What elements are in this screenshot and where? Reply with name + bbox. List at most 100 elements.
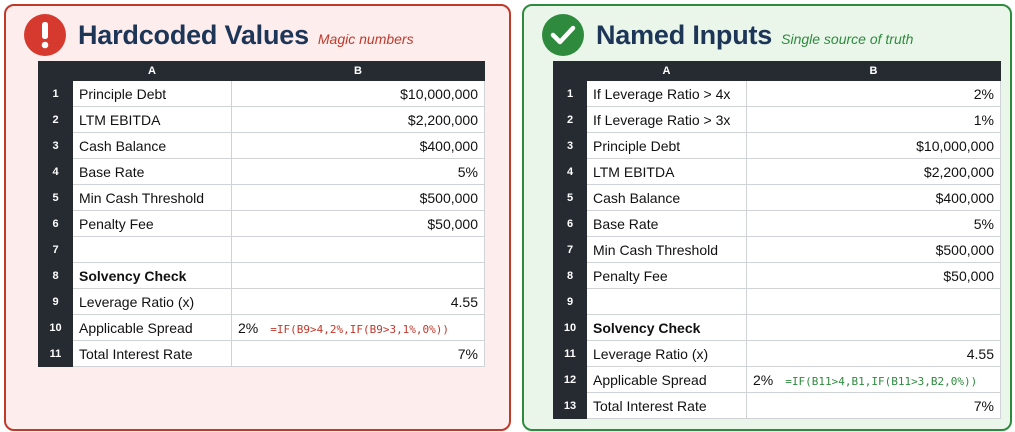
row-number[interactable]: 6	[38, 210, 73, 237]
cell-a[interactable]: Applicable Spread	[586, 366, 747, 393]
column-header-a[interactable]: A	[72, 61, 232, 81]
cell-a[interactable]: If Leverage Ratio > 3x	[586, 106, 747, 133]
cell-a[interactable]: Cash Balance	[72, 132, 232, 159]
row-number[interactable]: 11	[553, 340, 587, 367]
row-number[interactable]: 4	[38, 158, 73, 185]
cell-a[interactable]: Total Interest Rate	[72, 340, 232, 367]
cell-b[interactable]: $50,000	[746, 262, 1001, 289]
table-row: 3 Cash Balance $400,000	[38, 132, 485, 159]
cell-b[interactable]: $10,000,000	[746, 132, 1001, 159]
cell-a[interactable]: Min Cash Threshold	[586, 236, 747, 263]
panel-subtitle: Magic numbers	[317, 31, 414, 47]
row-number[interactable]: 13	[553, 392, 587, 419]
column-header-b[interactable]: B	[746, 61, 1001, 81]
row-number[interactable]: 3	[38, 132, 73, 159]
table-row: 5 Min Cash Threshold $500,000	[38, 184, 485, 211]
cell-b[interactable]: 4.55	[746, 340, 1001, 367]
cell-a[interactable]: Leverage Ratio (x)	[72, 288, 232, 315]
row-number[interactable]: 5	[553, 184, 587, 211]
cell-b[interactable]: $500,000	[746, 236, 1001, 263]
panel-header: Hardcoded Values Magic numbers	[24, 12, 414, 58]
cell-b[interactable]: 4.55	[231, 288, 485, 315]
cell-b[interactable]: $50,000	[231, 210, 485, 237]
table-row: 5 Cash Balance $400,000	[553, 184, 1001, 211]
row-number[interactable]: 1	[38, 80, 73, 107]
cell-b[interactable]: 7%	[231, 340, 485, 367]
cell-a[interactable]: Applicable Spread	[72, 314, 232, 341]
cell-a[interactable]: Min Cash Threshold	[72, 184, 232, 211]
cell-b[interactable]: 5%	[231, 158, 485, 185]
row-number[interactable]: 7	[38, 236, 73, 263]
cell-a[interactable]: LTM EBITDA	[72, 106, 232, 133]
named-inputs-panel: Named Inputs Single source of truth A B …	[522, 4, 1012, 431]
cell-a[interactable]: Solvency Check	[586, 314, 747, 341]
row-number[interactable]: 2	[38, 106, 73, 133]
row-number[interactable]: 3	[553, 132, 587, 159]
cell-a[interactable]	[72, 236, 232, 263]
cell-b[interactable]: $2,200,000	[746, 158, 1001, 185]
cell-value: 2%	[753, 371, 774, 388]
row-number[interactable]: 2	[553, 106, 587, 133]
table-row: 10 Applicable Spread 2% =IF(B9>4,2%,IF(B9>3…	[38, 314, 485, 341]
spreadsheet-grid: A B 1 If Leverage Ratio > 4x 2% 2 If Leverag…	[553, 61, 1001, 419]
cell-b[interactable]	[231, 236, 485, 263]
table-row: 7 Min Cash Threshold $500,000	[553, 236, 1001, 263]
hardcoded-values-panel: Hardcoded Values Magic numbers A B 1 Prin…	[4, 4, 511, 431]
cell-b[interactable]: 2% =IF(B9>4,2%,IF(B9>3,1%,0%))	[231, 314, 485, 341]
formula-text: =IF(B9>4,2%,IF(B9>3,1%,0%))	[270, 322, 450, 336]
cell-a[interactable]	[586, 288, 747, 315]
table-row: 6 Penalty Fee $50,000	[38, 210, 485, 237]
cell-b[interactable]: $400,000	[231, 132, 485, 159]
row-number[interactable]: 8	[553, 262, 587, 289]
cell-b[interactable]: $10,000,000	[231, 80, 485, 107]
row-number[interactable]: 1	[553, 80, 587, 107]
cell-a[interactable]: Leverage Ratio (x)	[586, 340, 747, 367]
cell-a[interactable]: Principle Debt	[72, 80, 232, 107]
cell-b[interactable]: $400,000	[746, 184, 1001, 211]
panel-subtitle: Single source of truth	[781, 31, 914, 47]
row-number[interactable]: 11	[38, 340, 73, 367]
cell-b[interactable]	[231, 262, 485, 289]
table-row: 8 Solvency Check	[38, 262, 485, 289]
row-number[interactable]: 5	[38, 184, 73, 211]
cell-a[interactable]: Solvency Check	[72, 262, 232, 289]
row-number[interactable]: 10	[38, 314, 73, 341]
cell-b[interactable]: $500,000	[231, 184, 485, 211]
cell-b[interactable]: 2% =IF(B11>4,B1,IF(B11>3,B2,0%))	[746, 366, 1001, 393]
table-row: 9 Leverage Ratio (x) 4.55	[38, 288, 485, 315]
row-number[interactable]: 10	[553, 314, 587, 341]
cell-b[interactable]	[746, 288, 1001, 315]
table-row: 4 LTM EBITDA $2,200,000	[553, 158, 1001, 185]
row-number[interactable]: 9	[553, 288, 587, 315]
table-row: 12 Applicable Spread 2% =IF(B11>4,B1,IF(B11…	[553, 366, 1001, 393]
column-header-a[interactable]: A	[586, 61, 747, 81]
cell-a[interactable]: Base Rate	[586, 210, 747, 237]
column-header-b[interactable]: B	[231, 61, 485, 81]
cell-a[interactable]: Cash Balance	[586, 184, 747, 211]
cell-a[interactable]: Penalty Fee	[586, 262, 747, 289]
cell-a[interactable]: Total Interest Rate	[586, 392, 747, 419]
row-number[interactable]: 12	[553, 366, 587, 393]
cell-a[interactable]: Principle Debt	[586, 132, 747, 159]
table-row: 1 If Leverage Ratio > 4x 2%	[553, 80, 1001, 107]
table-row: 7	[38, 236, 485, 263]
row-number[interactable]: 4	[553, 158, 587, 185]
cell-a[interactable]: Base Rate	[72, 158, 232, 185]
cell-value: 2%	[238, 319, 259, 336]
cell-b[interactable]	[746, 314, 1001, 341]
cell-b[interactable]: 1%	[746, 106, 1001, 133]
cell-a[interactable]: LTM EBITDA	[586, 158, 747, 185]
cell-b[interactable]: 5%	[746, 210, 1001, 237]
cell-a[interactable]: Penalty Fee	[72, 210, 232, 237]
row-number[interactable]: 6	[553, 210, 587, 237]
row-number[interactable]: 8	[38, 262, 73, 289]
cell-b[interactable]: $2,200,000	[231, 106, 485, 133]
cell-b[interactable]: 2%	[746, 80, 1001, 107]
panel-title: Hardcoded Values	[78, 19, 309, 50]
row-number[interactable]: 9	[38, 288, 73, 315]
cell-a[interactable]: If Leverage Ratio > 4x	[586, 80, 747, 107]
checkmark-icon	[542, 14, 584, 56]
cell-b[interactable]: 7%	[746, 392, 1001, 419]
row-number[interactable]: 7	[553, 236, 587, 263]
table-row: 4 Base Rate 5%	[38, 158, 485, 185]
